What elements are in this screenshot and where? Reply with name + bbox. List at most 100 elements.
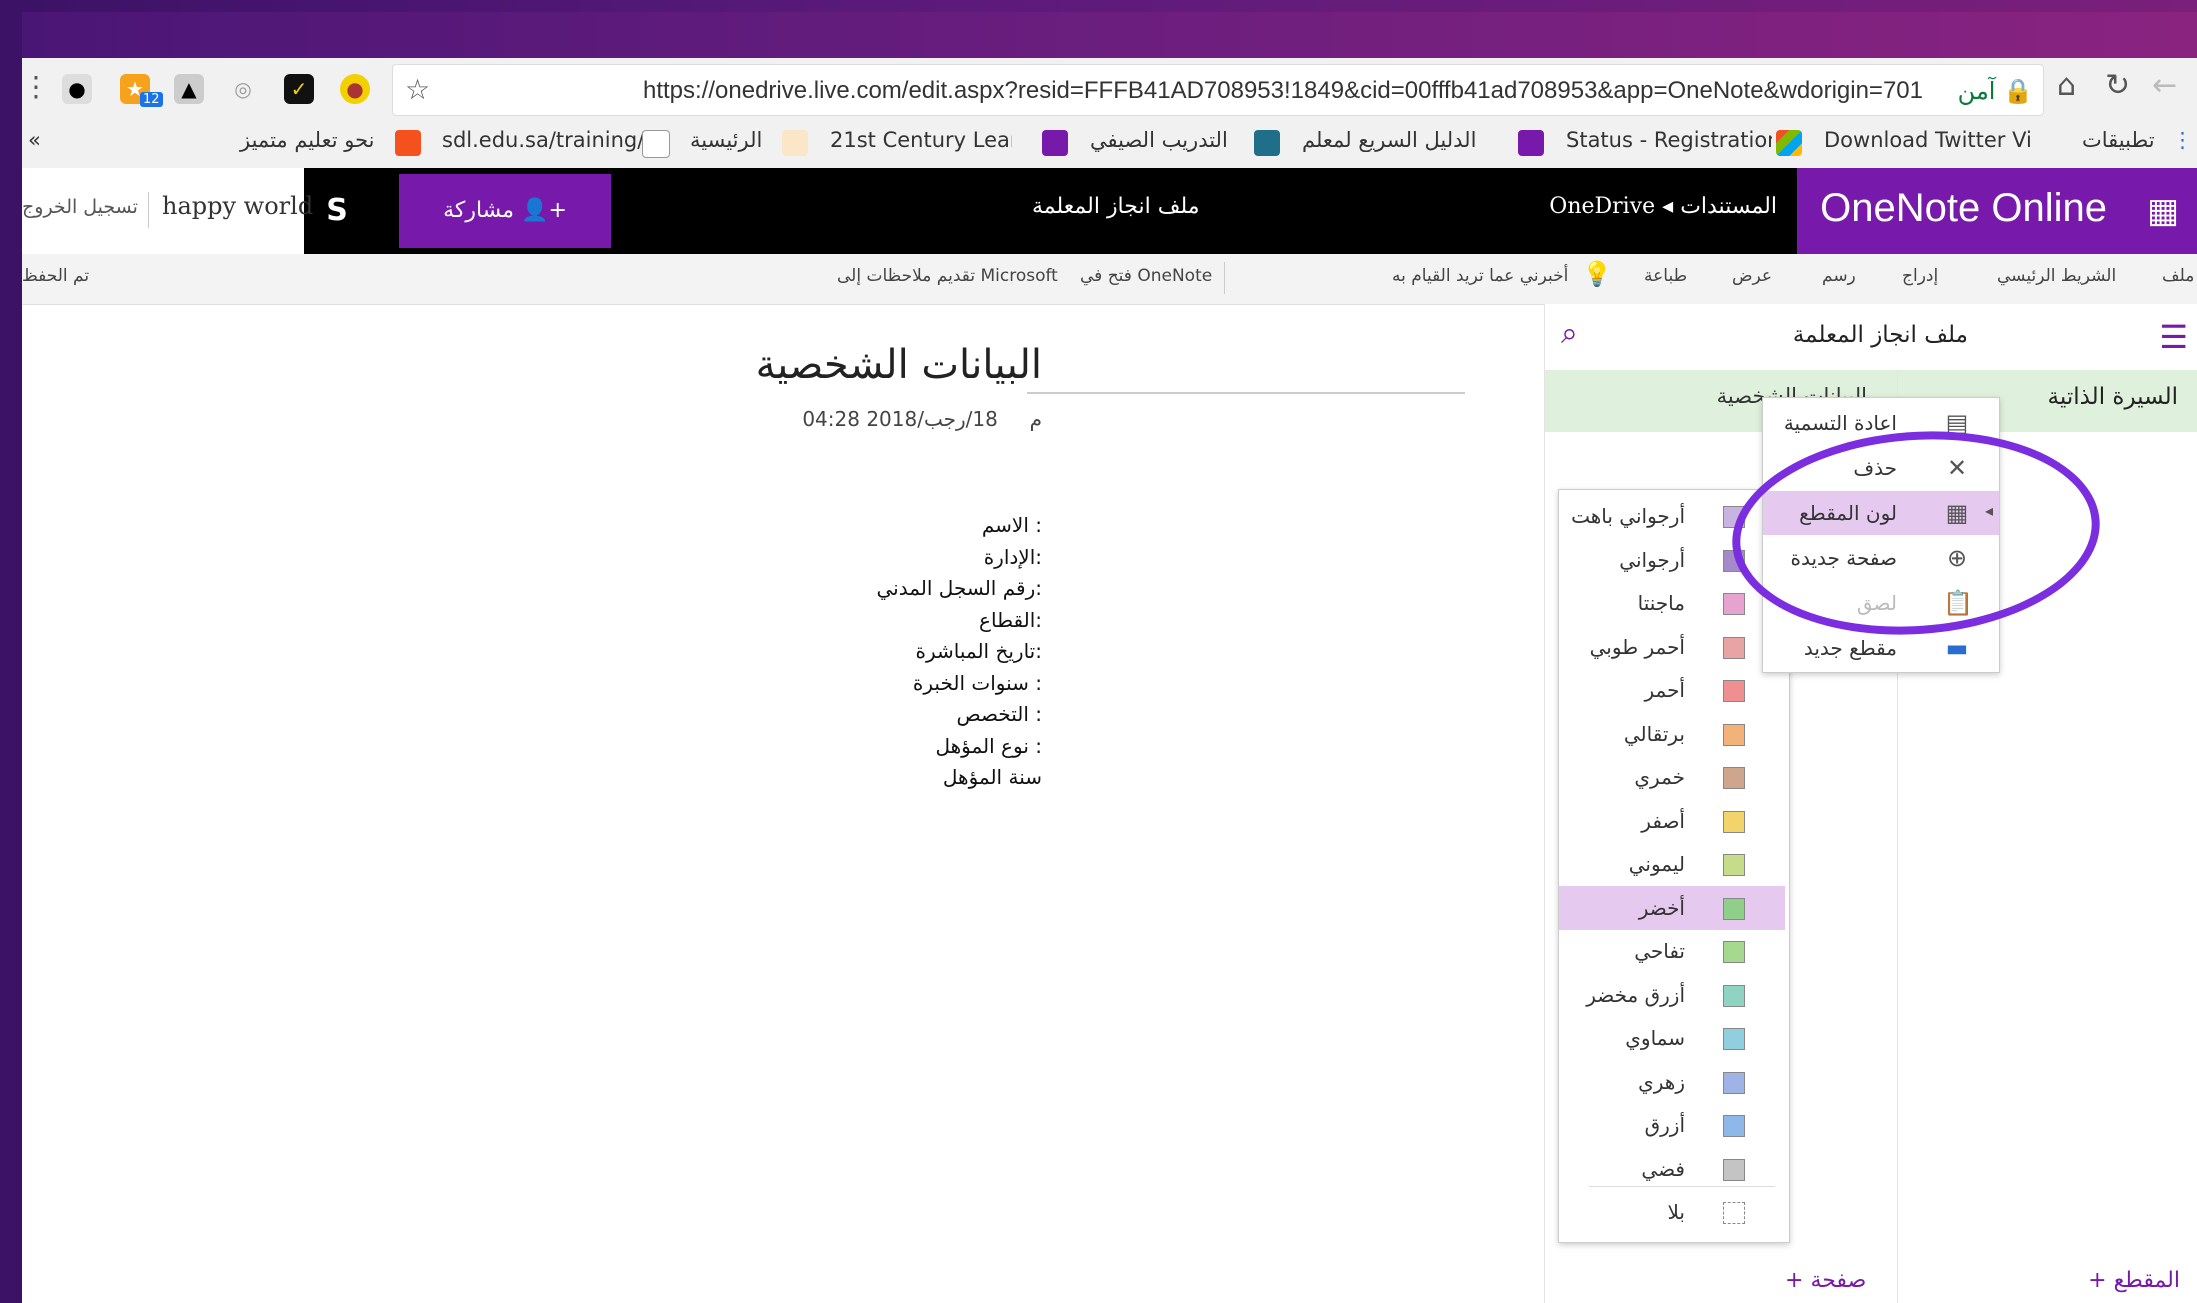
breadcrumb[interactable]: OneDrive ◂ المستندات (1549, 194, 1777, 219)
color-swatch (1723, 723, 1745, 746)
color-swatch (1723, 1071, 1745, 1094)
color-option[interactable]: بلا (1559, 1186, 1785, 1234)
onenote-logo-area[interactable]: OneNote Online ▦ (1797, 168, 2197, 254)
signout-link[interactable]: تسجيل الخروج (22, 196, 138, 218)
search-icon[interactable]: ⌕ (1561, 316, 1578, 351)
color-swatch (1723, 680, 1745, 702)
divider (1224, 262, 1225, 294)
color-option[interactable]: أصفر (1559, 799, 1785, 843)
extension-film-icon[interactable]: ● (62, 74, 92, 104)
color-option[interactable]: زهري (1559, 1060, 1785, 1104)
more-bookmarks-icon[interactable]: « (28, 128, 41, 152)
color-option-label: ماجنتا (1637, 591, 1685, 615)
dice-icon (782, 130, 808, 156)
school-icon (1254, 130, 1280, 156)
blogger-icon (395, 130, 421, 156)
page-body[interactable]: الاسم : الإدارة: رقم السجل المدني: القطا… (877, 510, 1043, 794)
color-option[interactable]: أزرق مخضر (1559, 973, 1785, 1017)
bookmark-item[interactable]: الدليل السريع لمعلم (1302, 128, 1512, 152)
app-title[interactable]: OneNote Online (1820, 186, 2107, 231)
lightbulb-icon[interactable]: 💡 (1582, 260, 1612, 288)
tab-draw[interactable]: رسم (1822, 266, 1856, 286)
document-title[interactable]: ملف انجاز المعلمة (1032, 194, 1200, 219)
color-option-label: أحمر طوبي (1589, 634, 1685, 659)
field-line[interactable]: القطاع: (877, 605, 1042, 637)
color-swatch (1723, 767, 1745, 789)
app-launcher-icon[interactable]: ▦ (2147, 194, 2187, 228)
notebook-title[interactable]: ملف انجاز المعلمة (1793, 322, 1968, 348)
color-option[interactable]: أحمر (1559, 668, 1785, 712)
color-swatch (1723, 1028, 1745, 1050)
color-option[interactable]: ماجنتا (1559, 581, 1785, 625)
color-option[interactable]: خمري (1559, 755, 1785, 799)
user-name[interactable]: happy world (162, 192, 313, 220)
lock-icon: 🔒 (2003, 77, 2033, 105)
open-in-onenote[interactable]: فتح في OneNote (1080, 266, 1212, 286)
color-option-label: فضي (1641, 1156, 1685, 1181)
onenote-icon (1518, 130, 1544, 156)
hamburger-icon[interactable]: ☰ (2159, 318, 2188, 356)
tab-file[interactable]: ملف (2162, 266, 2194, 286)
color-swatch (1723, 854, 1745, 876)
tab-home[interactable]: الشريط الرئيسي (1997, 266, 2116, 286)
tell-me-box[interactable]: أخبرني عما تريد القيام به (1392, 266, 1568, 286)
back-icon[interactable]: ← (2152, 68, 2177, 103)
bookmark-item[interactable]: Status - Registration (1566, 128, 1772, 152)
page-date-value: 18/رجب/2018 (866, 407, 998, 431)
color-option[interactable]: أزرق (1559, 1103, 1785, 1147)
color-option-label: تفاحي (1634, 939, 1685, 963)
color-option[interactable]: سماوي (1559, 1016, 1785, 1060)
color-swatch (1723, 1158, 1745, 1181)
divider (1589, 1186, 1775, 1187)
url-text[interactable]: https://onedrive.live.com/edit.aspx?resi… (643, 77, 1923, 105)
bookmark-item[interactable]: التدريب الصيفي (1090, 128, 1228, 152)
apps-bookmark[interactable]: تطبيقات (2082, 128, 2155, 152)
menu-dots-icon[interactable]: ⋮ (22, 70, 50, 103)
extension-circle-icon[interactable]: ◎ (228, 74, 258, 104)
page-title[interactable]: البيانات الشخصية (756, 342, 1042, 388)
add-section-button[interactable]: + المقطع (2088, 1268, 2180, 1293)
extension-search-icon[interactable]: ● (340, 74, 370, 104)
address-bar[interactable]: ☆ https://onedrive.live.com/edit.aspx?re… (392, 64, 2044, 116)
color-swatch (1723, 593, 1745, 615)
bookmark-star-icon[interactable]: ☆ (405, 73, 430, 106)
color-option-label: بلا (1667, 1200, 1686, 1224)
bookmark-item[interactable]: الرئيسية (690, 128, 762, 152)
field-line[interactable]: الإدارة: (877, 542, 1042, 574)
field-line[interactable]: نوع المؤهل : (877, 731, 1042, 763)
extension-check-icon[interactable]: ✓ (284, 74, 314, 104)
tab-view[interactable]: عرض (1732, 266, 1772, 286)
add-person-icon: 👤+ (521, 198, 567, 223)
tab-insert[interactable]: إدراج (1902, 266, 1938, 286)
secure-indicator[interactable]: آمن 🔒 (1958, 77, 2033, 105)
field-line[interactable]: الاسم : (877, 510, 1042, 542)
color-option[interactable]: ليموني (1559, 842, 1785, 886)
skype-icon[interactable]: S (312, 186, 362, 236)
field-line[interactable]: سنوات الخبرة : (877, 668, 1042, 700)
add-page-button[interactable]: + صفحة (1785, 1268, 1866, 1293)
color-option-label: أزرق مخضر (1586, 982, 1685, 1007)
bookmark-item[interactable]: 21st Century Learnin (830, 128, 1012, 152)
color-option-label: أصفر (1641, 808, 1685, 833)
bookmark-item[interactable]: Download Twitter Vi (1824, 128, 2054, 152)
color-option[interactable]: تفاحي (1559, 929, 1785, 973)
share-button[interactable]: مشاركة 👤+ (399, 174, 611, 248)
field-line[interactable]: رقم السجل المدني: (877, 573, 1043, 605)
field-line[interactable]: تاريخ المباشرة: (877, 636, 1042, 668)
color-option[interactable]: أخضر (1559, 885, 1785, 930)
tab-print[interactable]: طباعة (1644, 266, 1687, 286)
extension-pdf-icon[interactable]: ▲ (174, 74, 204, 104)
feedback-link[interactable]: تقديم ملاحظات إلى Microsoft (837, 266, 1058, 286)
bookmarks-bar: « نحو تعليم متميز sdl.edu.sa/training/ ا… (22, 120, 2197, 169)
color-option[interactable]: فضي (1559, 1147, 1785, 1191)
field-line[interactable]: سنة المؤهل (877, 762, 1042, 794)
reload-icon[interactable]: ↻ (2105, 68, 2130, 103)
bookmark-item[interactable]: نحو تعليم متميز (240, 128, 375, 152)
color-option[interactable]: أحمر طوبي (1559, 625, 1785, 669)
bookmark-item[interactable]: sdl.edu.sa/training/ (442, 128, 644, 152)
color-option[interactable]: برتقالي (1559, 712, 1785, 756)
apps-grid-icon[interactable]: ⋮⋮ (2172, 128, 2197, 152)
onenote-icon (1042, 130, 1068, 156)
home-icon[interactable]: ⌂ (2057, 68, 2076, 103)
field-line[interactable]: التخصص : (877, 699, 1042, 731)
